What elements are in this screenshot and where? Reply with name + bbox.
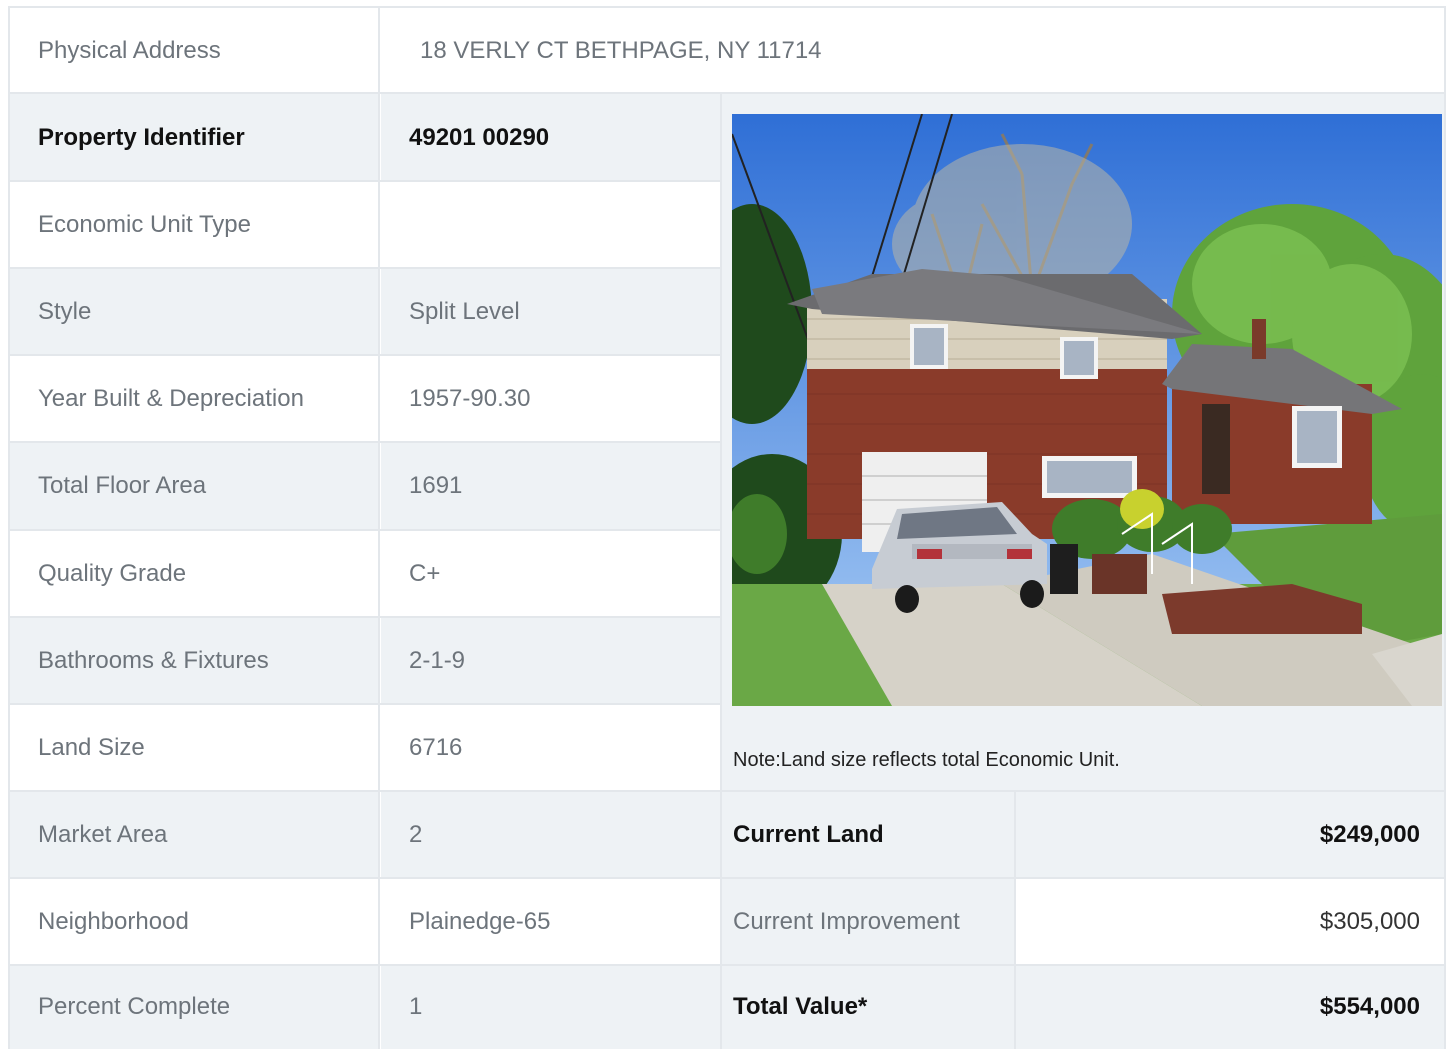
divider	[8, 616, 720, 618]
percent-complete-label: Percent Complete	[38, 993, 231, 1020]
divider	[8, 92, 1446, 94]
divider	[8, 354, 720, 356]
row-land-size-label: Land Size	[10, 704, 379, 791]
quality-grade-value: C+	[409, 559, 441, 587]
bathrooms-label: Bathrooms & Fixtures	[38, 646, 269, 674]
property-identifier-value: 49201 00290	[409, 123, 550, 151]
divider	[720, 92, 722, 1049]
land-size-note-text: Note:Land size reflects total Economic U…	[733, 748, 1120, 771]
row-quality-grade-label: Quality Grade	[10, 530, 379, 617]
quality-grade-label: Quality Grade	[38, 559, 187, 587]
neighborhood-label: Neighborhood	[38, 907, 189, 935]
row-style-value: Split Level	[381, 268, 720, 355]
total-value-value-cell: $554,000	[1015, 965, 1444, 1049]
row-neighborhood-value: Plainedge-65	[381, 878, 720, 965]
row-total-floor-area-label: Total Floor Area	[10, 442, 379, 530]
row-percent-complete-value: 1	[381, 965, 720, 1049]
market-area-label: Market Area	[38, 820, 168, 848]
total-value-label: Total Value*	[733, 993, 868, 1020]
row-neighborhood-label: Neighborhood	[10, 878, 379, 965]
divider	[8, 6, 10, 1049]
row-percent-complete-label: Percent Complete	[10, 965, 379, 1049]
divider	[1014, 791, 1016, 1049]
row-economic-unit-type-label: Economic Unit Type	[10, 181, 379, 268]
row-quality-grade-value: C+	[381, 530, 720, 617]
total-value-value: $554,000	[1319, 993, 1420, 1020]
row-market-area-value: 2	[381, 791, 720, 878]
row-bathrooms-label: Bathrooms & Fixtures	[10, 617, 379, 704]
divider	[378, 6, 380, 1049]
row-total-floor-area-value: 1691	[381, 442, 720, 530]
divider	[8, 267, 720, 269]
divider	[8, 441, 720, 443]
row-market-area-label: Market Area	[10, 791, 379, 878]
economic-unit-type-label: Economic Unit Type	[38, 210, 251, 238]
divider	[1444, 6, 1446, 1049]
land-size-value: 6716	[409, 733, 463, 761]
divider	[8, 790, 1446, 792]
property-identifier-label: Property Identifier	[38, 123, 245, 151]
property-photo	[732, 114, 1442, 706]
row-year-built-label: Year Built & Depreciation	[10, 355, 379, 442]
address-label-cell: Physical Address	[10, 8, 379, 94]
address-value: 18 VERLY CT BETHPAGE, NY 11714	[420, 37, 822, 64]
divider	[8, 964, 1446, 966]
divider	[8, 703, 720, 705]
divider	[8, 529, 720, 531]
current-improvement-value-cell: $305,000	[1015, 878, 1444, 965]
address-label: Physical Address	[38, 37, 221, 64]
total-floor-area-label: Total Floor Area	[38, 472, 207, 499]
current-land-label-cell: Current Land	[722, 791, 1015, 878]
divider	[8, 180, 720, 182]
current-land-label: Current Land	[733, 820, 884, 848]
current-improvement-value: $305,000	[1319, 907, 1420, 935]
total-floor-area-value: 1691	[409, 472, 463, 499]
year-built-value: 1957-90.30	[409, 384, 531, 412]
current-land-value: $249,000	[1319, 820, 1420, 848]
row-economic-unit-type-value	[381, 181, 720, 268]
land-size-label: Land Size	[38, 733, 145, 761]
address-value-cell: 18 VERLY CT BETHPAGE, NY 11714	[381, 8, 1444, 94]
row-year-built-value: 1957-90.30	[381, 355, 720, 442]
market-area-value: 2	[409, 820, 423, 848]
row-style-label: Style	[10, 268, 379, 355]
current-land-value-cell: $249,000	[1015, 791, 1444, 878]
row-property-identifier-label: Property Identifier	[10, 94, 379, 181]
bathrooms-value: 2-1-9	[409, 646, 466, 674]
total-value-label-cell: Total Value*	[722, 965, 1015, 1049]
year-built-label: Year Built & Depreciation	[38, 384, 304, 412]
percent-complete-value: 1	[409, 993, 423, 1020]
row-bathrooms-value: 2-1-9	[381, 617, 720, 704]
row-property-identifier-value: 49201 00290	[381, 94, 720, 181]
neighborhood-value: Plainedge-65	[409, 907, 551, 935]
style-label: Style	[38, 297, 92, 325]
divider	[8, 877, 1446, 879]
current-improvement-label-cell: Current Improvement	[722, 878, 1015, 965]
style-value: Split Level	[409, 297, 520, 325]
land-size-note: Note:Land size reflects total Economic U…	[733, 738, 1433, 782]
row-land-size-value: 6716	[381, 704, 720, 791]
current-improvement-label: Current Improvement	[733, 907, 960, 935]
